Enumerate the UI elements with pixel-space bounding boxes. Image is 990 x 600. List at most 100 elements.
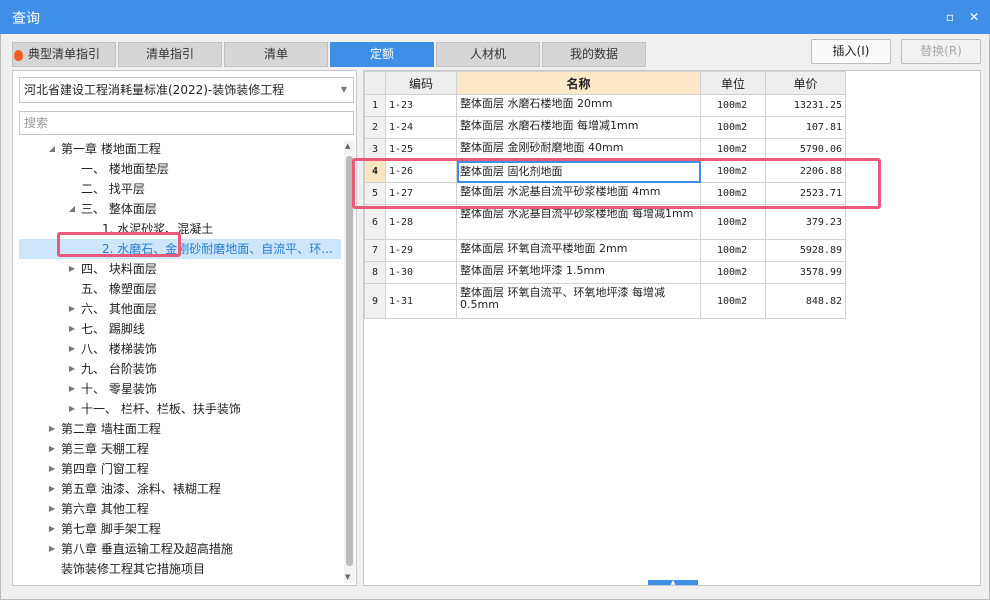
- table-row[interactable]: 3 1-25 整体面层 金刚砂耐磨地面 40mm 100m2 5790.06: [364, 138, 846, 161]
- tree-node[interactable]: ▶ 四、 块料面层: [19, 259, 341, 279]
- name-cell[interactable]: 整体面层 水磨石楼地面 20mm: [456, 94, 701, 117]
- expand-arrow-icon[interactable]: ▶: [67, 359, 77, 379]
- tree-node[interactable]: ▶ 第七章 脚手架工程: [19, 519, 341, 539]
- tree-node[interactable]: 二、 找平层: [19, 179, 341, 199]
- tree-node[interactable]: 1. 水泥砂浆、混凝土: [19, 219, 341, 239]
- collapse-arrow-icon[interactable]: ◢: [47, 139, 57, 159]
- expand-arrow-icon[interactable]: ▶: [67, 379, 77, 399]
- code-cell[interactable]: 1-23: [385, 94, 457, 117]
- expand-arrow-icon[interactable]: ▶: [47, 419, 57, 439]
- tree-node[interactable]: ▶ 十一、 栏杆、栏板、扶手装饰: [19, 399, 341, 419]
- tab-labor-material-machine[interactable]: 人材机: [436, 42, 540, 67]
- tab-my-data[interactable]: 我的数据: [542, 42, 646, 67]
- code-header[interactable]: 编码: [385, 71, 457, 95]
- tree-node[interactable]: 2. 水磨石、金刚砂耐磨地面、自流平、环...: [19, 239, 341, 259]
- collapse-handle[interactable]: ▲: [648, 580, 698, 586]
- tree-node[interactable]: ▶ 九、 台阶装饰: [19, 359, 341, 379]
- table-row[interactable]: 5 1-27 整体面层 水泥基自流平砂浆楼地面 4mm 100m2 2523.71: [364, 182, 846, 205]
- tree-node[interactable]: ▶ 十、 零星装饰: [19, 379, 341, 399]
- tab-bill-guide[interactable]: 清单指引: [118, 42, 222, 67]
- row-number[interactable]: 6: [364, 204, 386, 240]
- table-row[interactable]: 1 1-23 整体面层 水磨石楼地面 20mm 100m2 13231.25: [364, 94, 846, 117]
- price-cell[interactable]: 5790.06: [765, 138, 846, 161]
- tree-node[interactable]: ▶ 八、 楼梯装饰: [19, 339, 341, 359]
- expand-arrow-icon[interactable]: ▶: [67, 399, 77, 419]
- code-cell[interactable]: 1-30: [385, 261, 457, 284]
- tree-node[interactable]: ▶ 第二章 墙柱面工程: [19, 419, 341, 439]
- name-header[interactable]: 名称: [456, 71, 701, 95]
- maximize-icon[interactable]: ▫: [941, 8, 959, 26]
- row-number[interactable]: 3: [364, 138, 386, 161]
- tree-node[interactable]: ▶ 第五章 油漆、涂料、裱糊工程: [19, 479, 341, 499]
- scroll-thumb[interactable]: [346, 156, 353, 566]
- expand-arrow-icon[interactable]: ▶: [47, 539, 57, 559]
- price-cell[interactable]: 13231.25: [765, 94, 846, 117]
- expand-arrow-icon[interactable]: ▶: [47, 519, 57, 539]
- scroll-down-icon[interactable]: ▼: [345, 573, 350, 581]
- standard-select[interactable]: 河北省建设工程消耗量标准(2022)-装饰装修工程 ▼: [19, 77, 354, 103]
- row-number[interactable]: 7: [364, 239, 386, 262]
- row-number[interactable]: 8: [364, 261, 386, 284]
- unit-cell[interactable]: 100m2: [700, 94, 766, 117]
- code-cell[interactable]: 1-24: [385, 116, 457, 139]
- unit-cell[interactable]: 100m2: [700, 138, 766, 161]
- expand-arrow-icon[interactable]: ▶: [67, 299, 77, 319]
- name-cell[interactable]: 整体面层 金刚砂耐磨地面 40mm: [456, 138, 701, 161]
- unit-cell[interactable]: 100m2: [700, 261, 766, 284]
- row-number[interactable]: 9: [364, 283, 386, 319]
- unit-cell[interactable]: 100m2: [700, 160, 766, 183]
- price-cell[interactable]: 107.81: [765, 116, 846, 139]
- name-cell[interactable]: 整体面层 环氧自流平、环氧地坪漆 每增减0.5mm: [456, 283, 701, 319]
- scroll-up-icon[interactable]: ▲: [345, 142, 350, 150]
- name-cell[interactable]: 整体面层 水磨石楼地面 每增减1mm: [456, 116, 701, 139]
- tree-node[interactable]: ▶ 第六章 其他工程: [19, 499, 341, 519]
- unit-cell[interactable]: 100m2: [700, 116, 766, 139]
- expand-arrow-icon[interactable]: ▶: [47, 459, 57, 479]
- tree-node[interactable]: 一、 楼地面垫层: [19, 159, 341, 179]
- code-cell[interactable]: 1-29: [385, 239, 457, 262]
- tab-typical-bill-guide[interactable]: 典型清单指引: [12, 42, 116, 67]
- tree-node[interactable]: ▶ 第三章 天棚工程: [19, 439, 341, 459]
- unit-cell[interactable]: 100m2: [700, 239, 766, 262]
- price-cell[interactable]: 3578.99: [765, 261, 846, 284]
- row-number[interactable]: 2: [364, 116, 386, 139]
- collapse-arrow-icon[interactable]: ◢: [67, 199, 77, 219]
- code-cell[interactable]: 1-26: [385, 160, 457, 183]
- row-number[interactable]: 5: [364, 182, 386, 205]
- tree-scrollbar[interactable]: ▲ ▼: [344, 141, 355, 583]
- unit-cell[interactable]: 100m2: [700, 204, 766, 240]
- tree-node[interactable]: ▶ 第四章 门窗工程: [19, 459, 341, 479]
- tree-node[interactable]: 装饰装修工程其它措施项目: [19, 559, 341, 579]
- tab-quota[interactable]: 定额: [330, 42, 434, 67]
- table-row[interactable]: 6 1-28 整体面层 水泥基自流平砂浆楼地面 每增减1mm 100m2 379.23: [364, 204, 846, 240]
- price-cell[interactable]: 2206.88: [765, 160, 846, 183]
- name-cell[interactable]: 整体面层 环氧自流平楼地面 2mm: [456, 239, 701, 262]
- price-cell[interactable]: 2523.71: [765, 182, 846, 205]
- unit-cell[interactable]: 100m2: [700, 283, 766, 319]
- expand-arrow-icon[interactable]: ▶: [67, 259, 77, 279]
- expand-arrow-icon[interactable]: ▶: [67, 319, 77, 339]
- tab-bill[interactable]: 清单: [224, 42, 328, 67]
- tree-node[interactable]: ◢ 第一章 楼地面工程: [19, 139, 341, 159]
- price-header[interactable]: 单价: [765, 71, 846, 95]
- row-number[interactable]: 4: [364, 160, 386, 183]
- code-cell[interactable]: 1-27: [385, 182, 457, 205]
- name-cell[interactable]: 整体面层 水泥基自流平砂浆楼地面 每增减1mm: [456, 204, 701, 240]
- table-row[interactable]: 7 1-29 整体面层 环氧自流平楼地面 2mm 100m2 5928.89: [364, 239, 846, 262]
- table-row[interactable]: 2 1-24 整体面层 水磨石楼地面 每增减1mm 100m2 107.81: [364, 116, 846, 139]
- expand-arrow-icon[interactable]: ▶: [47, 499, 57, 519]
- search-input[interactable]: [19, 111, 354, 135]
- name-cell[interactable]: 整体面层 环氧地坪漆 1.5mm: [456, 261, 701, 284]
- tree-node[interactable]: 五、 橡塑面层: [19, 279, 341, 299]
- insert-button[interactable]: 插入(I): [811, 39, 891, 64]
- table-row[interactable]: 4 1-26 整体面层 固化剂地面 100m2 2206.88: [364, 160, 846, 183]
- unit-cell[interactable]: 100m2: [700, 182, 766, 205]
- tree-node[interactable]: ▶ 第八章 垂直运输工程及超高措施: [19, 539, 341, 559]
- tree-node[interactable]: ▶ 七、 踢脚线: [19, 319, 341, 339]
- code-cell[interactable]: 1-25: [385, 138, 457, 161]
- price-cell[interactable]: 848.82: [765, 283, 846, 319]
- close-icon[interactable]: ✕: [965, 8, 983, 26]
- tree-node[interactable]: ▶ 六、 其他面层: [19, 299, 341, 319]
- tree-node[interactable]: ◢ 三、 整体面层: [19, 199, 341, 219]
- expand-arrow-icon[interactable]: ▶: [67, 339, 77, 359]
